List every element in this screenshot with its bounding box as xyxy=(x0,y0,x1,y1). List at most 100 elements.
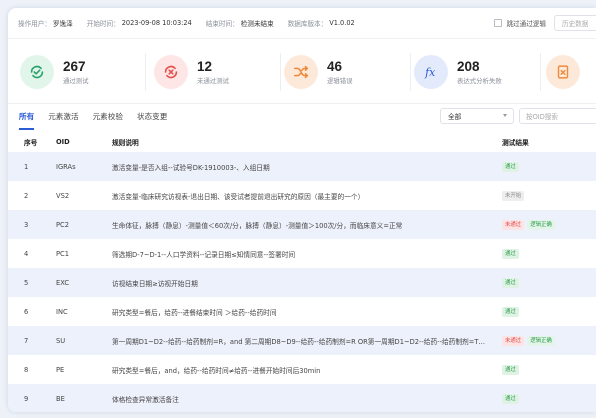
stat-logic-error-label: 逻辑错误 xyxy=(327,77,353,85)
table-row[interactable]: 8 PE 研究类型=餐后，and，给药--给药时间≠给药--进餐开始时间后30min… xyxy=(8,355,596,384)
row-oid: VS2 xyxy=(56,191,70,200)
status-badge: 通过 xyxy=(502,364,519,375)
fx-icon: fx xyxy=(414,55,448,89)
col-index-header: 序号 xyxy=(24,139,38,147)
row-index: 3 xyxy=(24,220,29,229)
row-oid: PC1 xyxy=(56,249,69,258)
row-result: 通过 xyxy=(496,297,596,326)
row-result: 未开始 xyxy=(496,181,596,210)
stat-passed-label: 通过测试 xyxy=(63,77,89,85)
stat-logic-error: 46 逻辑错误 xyxy=(284,50,353,94)
stat-failed-label: 未通过测试 xyxy=(197,77,229,85)
tab-element-activation[interactable]: 元素激活 xyxy=(48,104,78,130)
tab-status-change[interactable]: 状态变更 xyxy=(137,104,167,130)
row-rule: 访视结束日期≥访视开始日期 xyxy=(112,279,198,288)
row-index: 5 xyxy=(24,278,29,287)
status-badge: 通过 xyxy=(502,248,519,259)
stat-expression-fail-label: 表达式分析失败 xyxy=(457,77,502,85)
end-time-label: 结束时间： xyxy=(205,20,239,28)
stat-failed-value: 12 xyxy=(197,59,213,74)
chevron-down-icon xyxy=(503,114,507,117)
col-oid-header: OID xyxy=(56,138,70,146)
oid-search-input[interactable]: 按OID搜索 xyxy=(519,108,596,124)
row-rule: 激活变量-临床研究访视表-退出日期、该受试者提前退出研究的原因（最主要的一个） xyxy=(112,192,365,201)
status-badge: 通过 xyxy=(502,277,519,288)
history-data-button[interactable]: 历史数据 xyxy=(554,15,596,31)
row-rule: 体格检查异常激活备注 xyxy=(112,395,179,404)
row-rule: 生命体征，脉搏（静息）-测量值＜60次/分，脉搏（静息）-测量值＞100次/分，… xyxy=(112,221,403,230)
skip-passed-checkbox[interactable]: 跳过通过逻辑 xyxy=(494,18,546,28)
table-row[interactable]: 9 BE 体格检查异常激活备注 通过 xyxy=(8,384,596,412)
skip-passed-label: 跳过通过逻辑 xyxy=(506,20,546,28)
stat-expression-fail-value: 208 xyxy=(457,59,480,74)
row-oid: SU xyxy=(56,336,66,345)
row-result: 未通过 逻辑正确 xyxy=(496,326,596,355)
db-version-value: V1.0.02 xyxy=(329,19,355,27)
table-row[interactable]: 4 PC1 筛选期D-7~D-1--人口学资料--记录日期≤知情同意--签署时间 通过 xyxy=(8,239,596,268)
table-row[interactable]: 2 VS2 激活变量-临床研究访视表-退出日期、该受试者提前退出研究的原因（最主要的… xyxy=(8,181,596,210)
divider xyxy=(410,53,411,91)
row-result: 通过 xyxy=(496,355,596,384)
table-row[interactable]: 7 SU 第一周期D1~D2--给药--给药制剂=R，and 第二周期D8~D9--… xyxy=(8,326,596,355)
status-badge: 通过 xyxy=(502,306,519,317)
row-result: 通过 xyxy=(496,384,596,412)
stat-passed-value: 267 xyxy=(63,59,86,74)
row-oid: BE xyxy=(56,394,65,403)
status-badge: 通过 xyxy=(502,393,519,404)
row-oid: EXC xyxy=(56,278,69,287)
status-badge: 未开始 xyxy=(502,190,525,201)
row-index: 8 xyxy=(24,365,29,374)
row-index: 6 xyxy=(24,307,29,316)
x-refresh-icon xyxy=(154,55,188,89)
operator-label: 操作用户： xyxy=(18,20,51,28)
result-filter-select[interactable]: 全部 xyxy=(440,108,514,124)
operator-value: 罗逸泽 xyxy=(52,20,73,28)
table-row[interactable]: 5 EXC 访视结束日期≥访视开始日期 通过 xyxy=(8,268,596,297)
status-badge: 未通过 xyxy=(502,335,525,346)
start-time-value: 2023-09-08 10:03:24 xyxy=(121,19,192,27)
checkbox-box[interactable] xyxy=(494,19,503,27)
status-badge: 通过 xyxy=(502,161,519,172)
row-oid: PC2 xyxy=(56,220,69,229)
row-result: 通过 xyxy=(496,239,596,268)
start-time-label: 开始时间： xyxy=(86,20,120,28)
stat-failed: 12 未通过测试 xyxy=(154,50,229,94)
run-info-bar: 操作用户： 罗逸泽 开始时间： 2023-09-08 10:03:24 结束时间… xyxy=(8,8,596,38)
row-result: 通过 xyxy=(496,268,596,297)
row-rule: 筛选期D-7~D-1--人口学资料--记录日期≤知情同意--签署时间 xyxy=(112,250,296,259)
stat-expression-fail: fx 208 表达式分析失败 xyxy=(414,50,502,94)
row-rule: 研究类型=餐后，给药--进餐结束时间 ＞给药--给药时间 xyxy=(112,308,277,317)
svg-text:fx: fx xyxy=(424,66,435,79)
status-badge: 逻辑正确 xyxy=(527,219,555,230)
row-index: 4 xyxy=(24,249,29,258)
table-header-row: 序号 OID 规则说明 测试结果 xyxy=(8,132,596,152)
col-rule-header: 规则说明 xyxy=(112,139,139,147)
row-oid: PE xyxy=(56,365,65,374)
row-rule: 激活变量-是否入组--试验号DK-1910003-、入组日期 xyxy=(112,163,270,172)
tab-all[interactable]: 所有 xyxy=(19,104,35,130)
row-index: 7 xyxy=(24,336,29,345)
file-x-icon xyxy=(546,55,580,89)
row-index: 2 xyxy=(24,191,29,200)
row-index: 1 xyxy=(24,162,29,171)
row-index: 9 xyxy=(24,394,29,403)
test-report-panel: 操作用户： 罗逸泽 开始时间： 2023-09-08 10:03:24 结束时间… xyxy=(8,8,596,412)
divider xyxy=(280,53,281,91)
shuffle-icon xyxy=(284,55,318,89)
rules-table: 序号 OID 规则说明 测试结果 1 IGRAs 激活变量-是否入组--试验号DK-… xyxy=(8,132,596,412)
row-rule: 第一周期D1~D2--给药--给药制剂=R，and 第二周期D8~D9--给药-… xyxy=(112,337,486,346)
row-oid: INC xyxy=(56,307,68,316)
status-badge: 逻辑正确 xyxy=(527,335,555,346)
status-badge: 未通过 xyxy=(502,219,525,230)
tab-element-validation[interactable]: 元素校验 xyxy=(93,104,123,130)
table-row[interactable]: 3 PC2 生命体征，脉搏（静息）-测量值＜60次/分，脉搏（静息）-测量值＞100… xyxy=(8,210,596,239)
col-result-header: 测试结果 xyxy=(502,139,529,147)
row-oid: IGRAs xyxy=(56,162,76,171)
check-refresh-icon xyxy=(20,55,54,89)
table-row[interactable]: 1 IGRAs 激活变量-是否入组--试验号DK-1910003-、入组日期 通过 xyxy=(8,152,596,181)
divider xyxy=(540,53,541,91)
table-row[interactable]: 6 INC 研究类型=餐后，给药--进餐结束时间 ＞给药--给药时间 通过 xyxy=(8,297,596,326)
divider xyxy=(145,53,146,91)
row-rule: 研究类型=餐后，and，给药--给药时间≠给药--进餐开始时间后30min xyxy=(112,366,321,375)
stat-passed: 267 通过测试 xyxy=(20,50,89,94)
